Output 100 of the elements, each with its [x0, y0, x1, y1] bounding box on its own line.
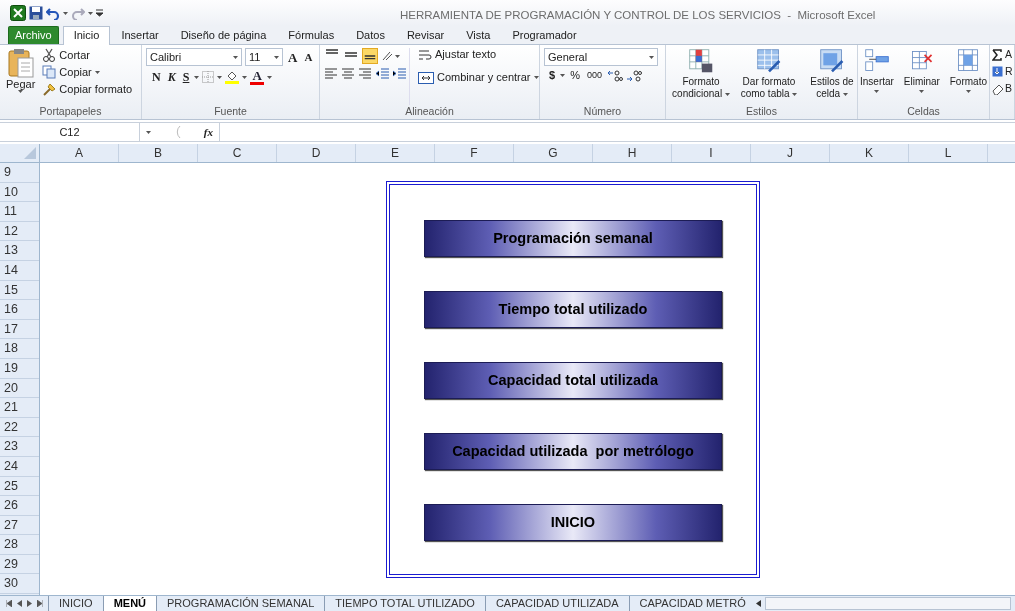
- row-header[interactable]: 11: [0, 202, 39, 222]
- row-header[interactable]: 17: [0, 319, 39, 340]
- row-header[interactable]: 15: [0, 280, 39, 301]
- row-header[interactable]: 18: [0, 339, 39, 359]
- ribbon-tab[interactable]: Revisar: [395, 26, 456, 44]
- save-icon[interactable]: [29, 6, 43, 20]
- spreadsheet-app-icon[interactable]: [10, 5, 26, 21]
- merge-center-button[interactable]: Combinar y centrar: [416, 71, 539, 84]
- row-header[interactable]: 10: [0, 182, 39, 203]
- ribbon-tab[interactable]: Insertar: [110, 26, 170, 44]
- cells-button[interactable]: Eliminar: [902, 48, 941, 105]
- column-header[interactable]: A: [40, 144, 119, 162]
- paste-button[interactable]: Pegar: [4, 48, 38, 105]
- sheet-tab[interactable]: CAPACIDAD UTILIZADA: [484, 596, 629, 611]
- customize-toolbar-icon[interactable]: [96, 9, 103, 17]
- styles-button[interactable]: Formato condicional: [667, 48, 735, 105]
- previous-sheet-icon[interactable]: [16, 600, 22, 607]
- sheet-tab[interactable]: INICIO: [48, 596, 103, 611]
- font-size-field[interactable]: 11: [245, 48, 283, 66]
- ribbon-tab[interactable]: Datos: [345, 26, 396, 44]
- font-name-field[interactable]: Calibri: [146, 48, 242, 66]
- row-header[interactable]: 19: [0, 358, 39, 379]
- cells-button[interactable]: Formato: [948, 48, 988, 105]
- fill-color-icon[interactable]: [225, 70, 240, 84]
- menu-button[interactable]: Tiempo total utilizado: [424, 291, 722, 328]
- row-header[interactable]: 25: [0, 476, 39, 497]
- clipboard-button[interactable]: Copiar formato: [40, 82, 135, 96]
- thousands-button[interactable]: 000: [584, 69, 604, 82]
- clipboard-button[interactable]: Cortar: [40, 48, 135, 62]
- styles-button[interactable]: Dar formato como tabla: [735, 48, 803, 105]
- row-header[interactable]: 27: [0, 515, 39, 536]
- sheet-tab[interactable]: CAPACIDAD METRÓ: [628, 596, 756, 611]
- row-header[interactable]: 28: [0, 535, 39, 555]
- column-header[interactable]: G: [514, 144, 593, 162]
- column-header[interactable]: D: [277, 144, 356, 162]
- grow-font-button[interactable]: A: [286, 50, 300, 64]
- menu-button[interactable]: INICIO: [424, 504, 722, 541]
- ribbon-tab[interactable]: Inicio: [62, 26, 111, 45]
- clipboard-button[interactable]: Copiar: [40, 65, 135, 79]
- italic-button[interactable]: K: [165, 70, 178, 84]
- currency-button[interactable]: $: [547, 69, 558, 82]
- bold-button[interactable]: N: [150, 70, 163, 84]
- insert-function-button[interactable]: fx: [203, 123, 213, 141]
- column-header[interactable]: I: [672, 144, 751, 162]
- shrink-font-button[interactable]: A: [302, 50, 315, 64]
- row-header[interactable]: 14: [0, 260, 39, 281]
- menu-button[interactable]: Capacidad total utilizada: [424, 362, 722, 399]
- name-box[interactable]: C12: [0, 123, 140, 141]
- ribbon-tab[interactable]: Fórmulas: [277, 26, 346, 44]
- file-tab[interactable]: Archivo: [8, 26, 59, 44]
- column-header[interactable]: F: [435, 144, 514, 162]
- last-sheet-icon[interactable]: [36, 600, 43, 607]
- editing-button[interactable]: B: [992, 82, 1013, 95]
- row-header[interactable]: 26: [0, 496, 39, 516]
- row-header[interactable]: 16: [0, 300, 39, 320]
- percent-button[interactable]: %: [568, 69, 582, 82]
- ribbon-tab[interactable]: Programador: [501, 26, 588, 44]
- next-sheet-icon[interactable]: [26, 600, 32, 607]
- underline-button[interactable]: S: [180, 70, 192, 84]
- undo-icon[interactable]: [46, 6, 60, 20]
- increase-indent-icon[interactable]: [392, 67, 406, 79]
- increase-decimal-icon[interactable]: [606, 69, 623, 82]
- number-format-field[interactable]: General: [544, 48, 658, 66]
- column-header[interactable]: B: [119, 144, 198, 162]
- sheet-tab[interactable]: PROGRAMACIÓN SEMANAL: [156, 596, 325, 611]
- align-center-icon[interactable]: [341, 67, 355, 79]
- column-header[interactable]: K: [830, 144, 909, 162]
- column-header[interactable]: E: [356, 144, 435, 162]
- horizontal-scrollbar[interactable]: [764, 597, 1011, 610]
- align-left-icon[interactable]: [324, 67, 338, 79]
- row-header[interactable]: 30: [0, 574, 39, 595]
- caret-icon[interactable]: [146, 130, 151, 134]
- decrease-decimal-icon[interactable]: [625, 69, 642, 82]
- row-header[interactable]: 9: [0, 163, 39, 183]
- column-header[interactable]: C: [198, 144, 277, 162]
- ribbon-tab[interactable]: Vista: [455, 26, 502, 44]
- font-color-button[interactable]: A: [250, 69, 264, 85]
- row-header[interactable]: 12: [0, 221, 39, 242]
- row-header[interactable]: 23: [0, 437, 39, 457]
- scroll-left-icon[interactable]: [755, 600, 761, 607]
- column-header[interactable]: L: [909, 144, 988, 162]
- row-header[interactable]: 21: [0, 398, 39, 418]
- row-header[interactable]: 22: [0, 417, 39, 438]
- align-bottom-icon[interactable]: [362, 48, 378, 64]
- row-header[interactable]: 13: [0, 241, 39, 261]
- sheet-tab[interactable]: TIEMPO TOTAL UTILIZADO: [324, 596, 485, 611]
- wrap-text-button[interactable]: Ajustar texto: [416, 48, 539, 61]
- decrease-indent-icon[interactable]: [375, 67, 389, 79]
- menu-button[interactable]: Capacidad utilizada por metrólogo: [424, 433, 722, 470]
- styles-button[interactable]: Estilos de celda: [803, 48, 857, 105]
- sheet-tab[interactable]: MENÚ: [102, 596, 156, 611]
- row-header[interactable]: 24: [0, 456, 39, 477]
- ribbon-tab[interactable]: Diseño de página: [169, 26, 278, 44]
- column-header[interactable]: J: [751, 144, 830, 162]
- first-sheet-icon[interactable]: [5, 600, 12, 607]
- column-header[interactable]: H: [593, 144, 672, 162]
- editing-button[interactable]: A: [992, 48, 1013, 61]
- cells-button[interactable]: Insertar: [859, 48, 895, 105]
- row-header[interactable]: 29: [0, 554, 39, 575]
- row-header[interactable]: 20: [0, 378, 39, 399]
